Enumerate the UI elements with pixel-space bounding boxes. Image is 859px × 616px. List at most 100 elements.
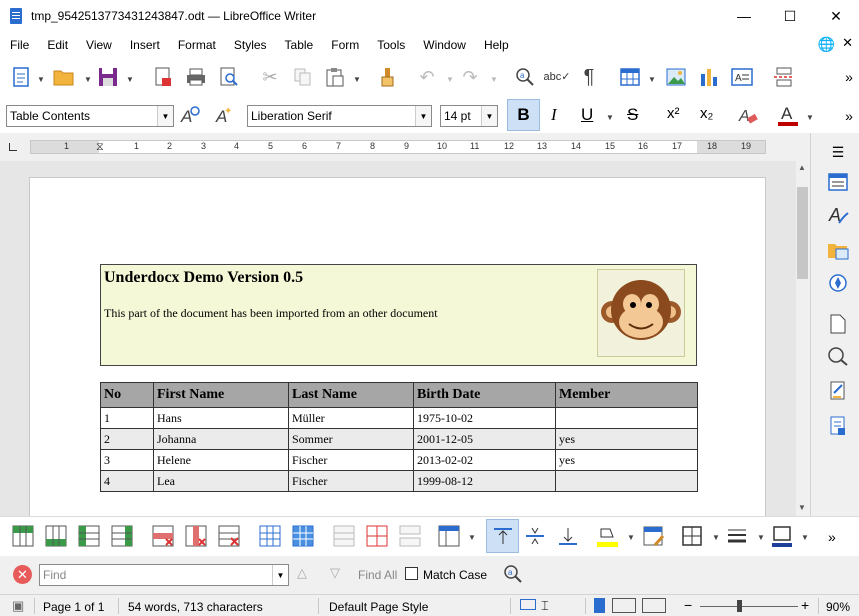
clone-formatting-icon[interactable] xyxy=(377,66,399,88)
find-and-replace-icon[interactable]: a xyxy=(502,563,524,585)
close-document-icon[interactable]: ✕ xyxy=(842,35,853,51)
font-size-combo[interactable]: 14 pt ▼ xyxy=(440,105,498,127)
insert-mode-icon[interactable]: ⌶ xyxy=(541,598,549,614)
table-cell[interactable]: Lea xyxy=(153,470,289,492)
menu-file[interactable]: File xyxy=(0,38,37,52)
insert-image-icon[interactable] xyxy=(665,66,687,88)
table-cell[interactable]: Hans xyxy=(153,407,289,429)
match-case-label[interactable]: Match Case xyxy=(423,568,487,582)
export-pdf-icon[interactable] xyxy=(152,66,174,88)
borders-dropdown-icon[interactable]: ▼ xyxy=(712,533,720,542)
zoom-slider-thumb[interactable] xyxy=(737,600,742,612)
zoom-slider[interactable] xyxy=(700,606,798,607)
clear-formatting-icon[interactable]: A xyxy=(737,105,759,127)
column-header[interactable]: Last Name xyxy=(288,382,414,408)
optimize-dropdown-icon[interactable]: ▼ xyxy=(468,533,476,542)
document-modified-icon[interactable]: ▣ xyxy=(12,598,24,614)
maximize-button[interactable]: ☐ xyxy=(767,0,813,32)
find-previous-icon[interactable]: △ xyxy=(297,565,307,581)
border-style-dropdown-icon[interactable]: ▼ xyxy=(757,533,765,542)
center-vertically-icon[interactable] xyxy=(524,525,546,547)
menu-help[interactable]: Help xyxy=(474,38,517,52)
monkey-image[interactable] xyxy=(597,269,685,357)
insert-rows-above-icon[interactable] xyxy=(12,525,34,547)
undo-icon[interactable]: ↶ xyxy=(416,66,438,88)
indent-marker-icon[interactable]: ⧖ xyxy=(96,141,104,154)
insert-rows-below-icon[interactable] xyxy=(45,525,67,547)
chevron-down-icon[interactable]: ▼ xyxy=(415,106,431,126)
language-icon[interactable] xyxy=(520,599,536,610)
open-folder-icon[interactable] xyxy=(53,66,75,88)
table-cell[interactable] xyxy=(555,470,698,492)
menu-insert[interactable]: Insert xyxy=(120,38,168,52)
border-style-icon[interactable] xyxy=(726,525,748,547)
gallery-icon[interactable] xyxy=(827,239,849,261)
insert-columns-after-icon[interactable] xyxy=(111,525,133,547)
table-cell[interactable]: 3 xyxy=(100,449,154,471)
undo-dropdown-icon[interactable]: ▼ xyxy=(446,75,454,84)
close-window-button[interactable]: ✕ xyxy=(813,0,859,32)
language-globe-icon[interactable]: 🌐 xyxy=(818,36,835,53)
find-replace-icon[interactable]: a xyxy=(514,66,536,88)
page-icon[interactable] xyxy=(827,313,849,335)
more-table-tools-icon[interactable]: » xyxy=(828,529,836,545)
chevron-down-icon[interactable]: ▼ xyxy=(157,106,173,126)
save-icon[interactable] xyxy=(97,66,119,88)
borders-icon[interactable] xyxy=(681,525,703,547)
underline-button[interactable]: U xyxy=(581,105,593,125)
menu-form[interactable]: Form xyxy=(321,38,367,52)
column-header[interactable]: Member xyxy=(555,382,698,408)
zoom-in-icon[interactable]: + xyxy=(801,597,809,613)
insert-chart-icon[interactable] xyxy=(698,66,720,88)
tab-stop-selector-icon[interactable] xyxy=(9,143,17,151)
find-next-icon[interactable]: ▽ xyxy=(330,565,340,581)
paste-icon[interactable] xyxy=(324,66,346,88)
underline-dropdown-icon[interactable]: ▼ xyxy=(606,113,614,122)
new-dropdown-icon[interactable]: ▼ xyxy=(37,75,45,84)
column-header[interactable]: No xyxy=(100,382,154,408)
zoom-out-icon[interactable]: − xyxy=(684,597,692,613)
optimize-size-icon[interactable] xyxy=(438,525,460,547)
word-count[interactable]: 54 words, 713 characters xyxy=(128,600,263,614)
column-header[interactable]: Birth Date xyxy=(413,382,556,408)
update-style-icon[interactable]: A xyxy=(179,105,201,127)
multi-page-view-icon[interactable] xyxy=(612,598,636,613)
table-cell[interactable]: Johanna xyxy=(153,428,289,450)
table-cell[interactable]: Helene xyxy=(153,449,289,471)
menu-format[interactable]: Format xyxy=(168,38,224,52)
style-inspector-icon[interactable] xyxy=(827,345,849,367)
menu-styles[interactable]: Styles xyxy=(224,38,275,52)
table-cell-background-color-icon[interactable] xyxy=(596,525,618,547)
split-cells-icon[interactable] xyxy=(366,525,388,547)
imported-frame[interactable]: Underdocx Demo Version 0.5 This part of … xyxy=(100,264,697,366)
split-table-icon[interactable] xyxy=(399,525,421,547)
open-dropdown-icon[interactable]: ▼ xyxy=(84,75,92,84)
delete-rows-icon[interactable] xyxy=(152,525,174,547)
members-table[interactable]: No First Name Last Name Birth Date Membe… xyxy=(100,382,698,492)
border-color-icon[interactable] xyxy=(771,525,793,547)
find-input[interactable]: Find ▼ xyxy=(39,564,289,586)
minimize-button[interactable]: — xyxy=(721,0,767,32)
close-find-bar-icon[interactable]: ✕ xyxy=(13,565,32,584)
table-cell[interactable]: 2 xyxy=(100,428,154,450)
book-view-icon[interactable] xyxy=(642,598,666,613)
cell-color-dropdown-icon[interactable]: ▼ xyxy=(627,533,635,542)
menu-edit[interactable]: Edit xyxy=(37,38,76,52)
table-cell[interactable]: yes xyxy=(555,428,698,450)
insert-textbox-icon[interactable]: A xyxy=(731,66,753,88)
properties-icon[interactable] xyxy=(827,171,849,193)
menu-view[interactable]: View xyxy=(76,38,120,52)
new-style-icon[interactable]: A ✦ xyxy=(213,105,235,127)
table-cell[interactable]: 1999-08-12 xyxy=(413,470,556,492)
chevron-down-icon[interactable]: ▼ xyxy=(272,565,288,585)
document-area[interactable]: Underdocx Demo Version 0.5 This part of … xyxy=(0,161,796,516)
navigator-icon[interactable] xyxy=(827,272,849,294)
chevron-down-icon[interactable]: ▼ xyxy=(481,106,497,126)
match-case-checkbox[interactable] xyxy=(405,567,418,580)
table-cell[interactable] xyxy=(555,407,698,429)
font-name-combo[interactable]: Liberation Serif ▼ xyxy=(247,105,432,127)
select-cell-icon[interactable] xyxy=(259,525,281,547)
insert-page-break-icon[interactable] xyxy=(773,66,795,88)
sidebar-menu-icon[interactable]: ☰ xyxy=(827,141,849,163)
cut-icon[interactable]: ✂ xyxy=(259,66,281,88)
